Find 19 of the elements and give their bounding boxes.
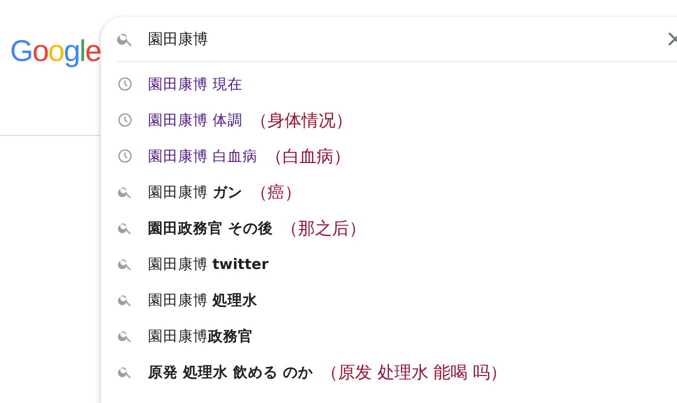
suggestion-item[interactable]: 園田康博 処理水 xyxy=(148,290,258,310)
suggestion-item[interactable]: 園田康博 ガン xyxy=(148,182,242,202)
annotation-text: （那之后） xyxy=(280,218,366,240)
suggestion-item[interactable]: 園田康博 twitter xyxy=(148,254,269,274)
suggestion-item[interactable]: 園田康博 体調 xyxy=(148,110,242,130)
clock-icon xyxy=(116,148,133,164)
suggestion-item[interactable]: 園田康博 白血病 xyxy=(148,146,258,166)
search-input[interactable]: 園田康博 xyxy=(148,30,628,48)
annotation-text: （身体情况） xyxy=(250,110,352,132)
suggestion-item[interactable]: 原発 処理水 飲める のか xyxy=(148,362,313,382)
suggestion-item[interactable]: 園田康博 現在 xyxy=(148,74,242,94)
google-logo[interactable]: Google xyxy=(10,37,101,67)
clock-icon xyxy=(116,76,133,92)
annotation-text: （白血病） xyxy=(265,146,350,168)
suggestion-item[interactable]: 園田政務官 その後 xyxy=(148,218,273,238)
annotation-text: （原发 处理水 能喝 吗） xyxy=(320,362,508,384)
annotation-text: （癌） xyxy=(250,182,302,204)
clock-icon xyxy=(116,112,133,128)
suggestion-item[interactable]: 園田康博政務官 xyxy=(148,326,253,346)
